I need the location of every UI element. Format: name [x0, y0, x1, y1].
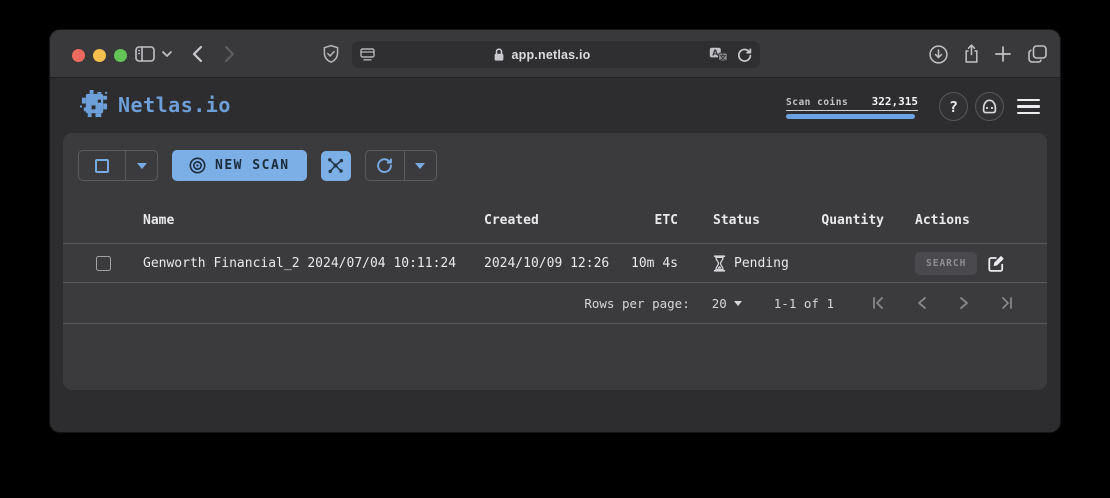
sidebar-toggle-icon[interactable] [134, 30, 156, 78]
scan-etc: 10m 4s [628, 256, 678, 271]
refresh-button[interactable] [366, 151, 404, 180]
rows-per-page-select[interactable]: 20 [712, 296, 742, 311]
refresh-dropdown[interactable] [404, 151, 436, 180]
help-button[interactable]: ? [939, 92, 968, 121]
first-page-icon[interactable] [870, 295, 886, 311]
scan-coins-value: 322,315 [872, 95, 918, 108]
address-bar[interactable]: app.netlas.io A文 [352, 41, 760, 68]
reload-icon[interactable] [737, 47, 752, 63]
scan-status: Pending [734, 256, 789, 271]
svg-text:文: 文 [719, 52, 727, 61]
pagination-range: 1-1 of 1 [774, 296, 834, 311]
column-name: Name [143, 213, 484, 228]
reader-view-icon[interactable] [360, 48, 375, 61]
hamburger-menu-icon[interactable] [1017, 95, 1040, 119]
svg-text:A: A [712, 48, 719, 57]
table-row: Genworth Financial_2 2024/07/04 10:11:24… [63, 244, 1047, 283]
browser-window: app.netlas.io A文 [50, 30, 1060, 432]
select-all-checkbox[interactable] [79, 151, 125, 180]
netlas-logo-icon [80, 90, 109, 119]
last-page-icon[interactable] [999, 295, 1015, 311]
url-text[interactable]: app.netlas.io [511, 48, 590, 62]
column-actions: Actions [884, 213, 1047, 228]
question-mark-icon: ? [949, 98, 958, 116]
network-graph-icon [326, 156, 345, 175]
zoom-window-button[interactable] [114, 49, 127, 62]
select-all-dropdown[interactable] [125, 151, 157, 180]
scan-created: 2024/10/09 12:26 [484, 256, 628, 271]
new-tab-icon[interactable] [993, 30, 1013, 78]
select-all-split-button [78, 150, 158, 181]
new-scan-label: NEW SCAN [215, 158, 290, 173]
scan-target-icon [189, 157, 206, 174]
app-header: Netlas.io Scan coins 322,315 ? [50, 78, 1060, 133]
scans-card: NEW SCAN [63, 133, 1047, 390]
table-header-row: Name Created ETC Status Quantity Actions [63, 198, 1047, 244]
scan-name: Genworth Financial_2 2024/07/04 10:11:24 [143, 256, 484, 271]
new-scan-button[interactable]: NEW SCAN [172, 150, 307, 181]
back-icon[interactable] [188, 30, 206, 78]
column-status: Status [678, 213, 803, 228]
minimize-window-button[interactable] [93, 49, 106, 62]
caret-down-icon [137, 163, 147, 169]
brand-title: Netlas.io [118, 93, 231, 117]
sidebar-chevron-down-icon[interactable] [160, 30, 174, 78]
lock-icon [493, 47, 505, 62]
search-button[interactable]: SEARCH [915, 252, 977, 275]
forward-icon[interactable] [220, 30, 238, 78]
shield-privacy-icon[interactable] [321, 30, 341, 78]
refresh-icon [376, 157, 393, 174]
caret-down-icon [415, 163, 425, 169]
rows-per-page-value: 20 [712, 296, 727, 311]
column-quantity: Quantity [803, 213, 884, 228]
caret-down-icon [734, 301, 742, 306]
avatar-icon [980, 97, 999, 116]
traffic-lights [72, 49, 127, 62]
hourglass-icon [713, 255, 726, 272]
checkbox-icon [95, 159, 109, 173]
scans-toolbar: NEW SCAN [63, 133, 1047, 181]
translate-icon[interactable]: A文 [709, 47, 728, 62]
column-created: Created [484, 213, 628, 228]
scan-coins-progress-bar [786, 114, 915, 119]
netlas-app: Netlas.io Scan coins 322,315 ? [50, 78, 1060, 432]
row-checkbox[interactable] [96, 256, 111, 271]
previous-page-icon[interactable] [913, 295, 929, 311]
refresh-split-button [365, 150, 437, 181]
pagination-bar: Rows per page: 20 1-1 of 1 [63, 283, 1047, 324]
brand[interactable]: Netlas.io [80, 90, 231, 119]
tab-overview-icon[interactable] [1026, 30, 1048, 78]
scan-coins-underline [786, 110, 918, 111]
column-etc: ETC [628, 213, 678, 228]
downloads-icon[interactable] [928, 30, 948, 78]
network-graph-button[interactable] [321, 151, 351, 181]
next-page-icon[interactable] [956, 295, 972, 311]
rows-per-page-label: Rows per page: [584, 296, 689, 311]
scan-coins-widget: Scan coins 322,315 [786, 95, 918, 119]
share-icon[interactable] [961, 30, 981, 78]
close-window-button[interactable] [72, 49, 85, 62]
edit-icon[interactable] [987, 254, 1006, 273]
profile-button[interactable] [975, 92, 1004, 121]
browser-chrome: app.netlas.io A文 [50, 30, 1060, 78]
scan-coins-label: Scan coins [786, 97, 848, 108]
